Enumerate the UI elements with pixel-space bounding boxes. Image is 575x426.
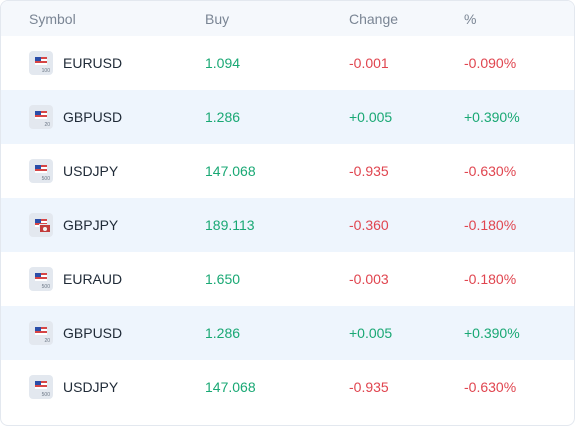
table-row[interactable]: 500 USDJPY 147.068 -0.935 -0.630% (1, 144, 574, 198)
leverage-label: 500 (41, 284, 50, 290)
currency-flag-icon (29, 213, 53, 237)
buy-price: 189.113 (205, 217, 255, 233)
leverage-label: 500 (41, 392, 50, 398)
change-percent: -0.180% (464, 217, 517, 233)
change-percent: -0.630% (464, 379, 517, 395)
symbol-name: USDJPY (63, 379, 119, 395)
table-row[interactable]: GBPJPY 189.113 -0.360 -0.180% (1, 198, 574, 252)
table-row[interactable]: 20 GBPUSD 1.286 +0.005 +0.390% (1, 306, 574, 360)
table-header: Symbol Buy Change % (1, 1, 574, 36)
leverage-label: 20 (44, 122, 50, 128)
buy-price: 1.286 (205, 109, 241, 125)
buy-price: 147.068 (205, 379, 256, 395)
symbol-name: EURAUD (63, 271, 123, 287)
quotes-widget: Symbol Buy Change % 100 EURUSD 1.094 -0.… (0, 0, 575, 426)
change-value: -0.360 (349, 217, 389, 233)
symbol-name: EURUSD (63, 55, 123, 71)
change-value: +0.005 (349, 109, 393, 125)
header-change: Change (349, 10, 399, 27)
change-value: -0.003 (349, 271, 389, 287)
currency-flag-icon: 20 (29, 105, 53, 129)
change-value: -0.001 (349, 55, 389, 71)
currency-flag-icon: 100 (29, 51, 53, 75)
symbol-name: GBPUSD (63, 109, 123, 125)
symbol-name: GBPJPY (63, 217, 119, 233)
header-buy: Buy (205, 10, 230, 27)
currency-flag-icon: 20 (29, 321, 53, 345)
change-percent: -0.090% (464, 55, 517, 71)
leverage-label: 100 (41, 68, 50, 74)
table-row[interactable]: 500 USDJPY 147.068 -0.935 -0.630% (1, 360, 574, 414)
currency-flag-icon: 500 (29, 159, 53, 183)
header-percent: % (464, 10, 477, 27)
change-percent: +0.390% (464, 109, 520, 125)
buy-price: 1.094 (205, 55, 241, 71)
buy-price: 147.068 (205, 163, 256, 179)
leverage-label: 20 (44, 338, 50, 344)
currency-flag-icon: 500 (29, 375, 53, 399)
currency-flag-icon: 500 (29, 267, 53, 291)
symbol-name: GBPUSD (63, 325, 123, 341)
change-value: +0.005 (349, 325, 393, 341)
header-symbol: Symbol (29, 10, 76, 27)
change-value: -0.935 (349, 379, 389, 395)
leverage-label: 500 (41, 176, 50, 182)
change-percent: +0.390% (464, 325, 520, 341)
change-percent: -0.180% (464, 271, 517, 287)
symbol-name: USDJPY (63, 163, 119, 179)
table-row[interactable]: 20 GBPUSD 1.286 +0.005 +0.390% (1, 90, 574, 144)
change-percent: -0.630% (464, 163, 517, 179)
change-value: -0.935 (349, 163, 389, 179)
buy-price: 1.650 (205, 271, 241, 287)
table-row[interactable]: 500 EURAUD 1.650 -0.003 -0.180% (1, 252, 574, 306)
buy-price: 1.286 (205, 325, 241, 341)
table-row[interactable]: 100 EURUSD 1.094 -0.001 -0.090% (1, 36, 574, 90)
